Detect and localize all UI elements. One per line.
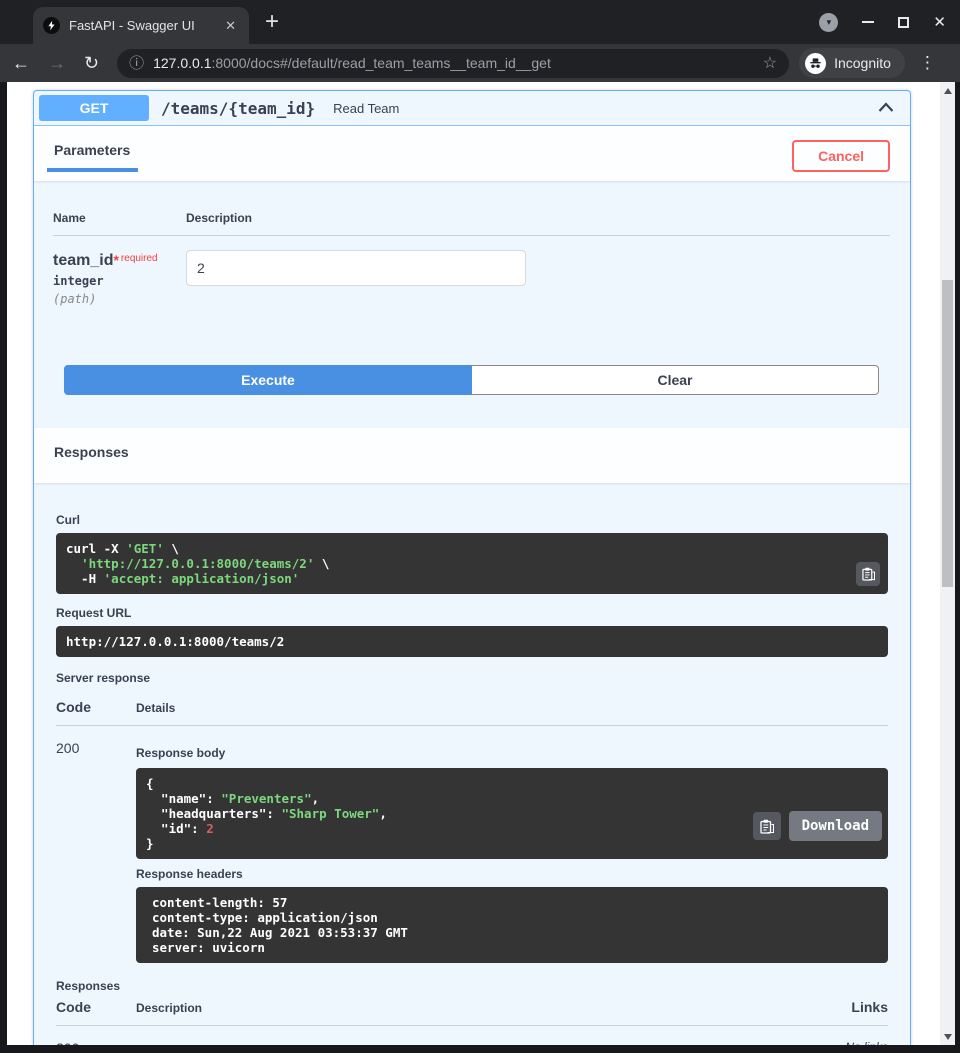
required-star: * bbox=[113, 252, 118, 268]
menu-kebab-icon[interactable]: ⋮ bbox=[919, 53, 936, 73]
back-icon[interactable]: ← bbox=[12, 54, 30, 72]
parameters-table-header: Name Description bbox=[53, 203, 890, 236]
response-body-label: Response body bbox=[136, 746, 888, 760]
col-code-header2: Code bbox=[56, 999, 136, 1015]
execute-bar: Execute Clear bbox=[64, 365, 879, 395]
parameters-table: Name Description team_id*required intege… bbox=[53, 203, 890, 306]
url-text: 127.0.0.1:8000/docs#/default/read_team_t… bbox=[153, 55, 551, 71]
col-description-header2: Description bbox=[136, 1001, 808, 1015]
server-response-table-header: Code Details bbox=[56, 693, 888, 726]
response-details-cell: Response body { "name": "Preventers", "h… bbox=[136, 740, 888, 963]
response-headers-text: content-length: 57content-type: applicat… bbox=[152, 895, 878, 955]
fastapi-favicon-icon bbox=[43, 17, 60, 34]
curl-label: Curl bbox=[56, 513, 888, 527]
close-icon[interactable]: ✕ bbox=[933, 15, 946, 30]
team-id-input[interactable] bbox=[186, 250, 526, 286]
responses-header: Responses bbox=[34, 428, 910, 483]
request-url-block: http://127.0.0.1:8000/teams/2 bbox=[56, 626, 888, 657]
responses-title: Responses bbox=[54, 442, 129, 460]
parameter-value-cell bbox=[186, 250, 890, 306]
col-description-header: Description bbox=[186, 211, 890, 225]
url-path: :8000/docs#/default/read_team_teams__tea… bbox=[212, 55, 551, 71]
server-response-label: Server response bbox=[56, 671, 888, 685]
responses-table-label: Responses bbox=[56, 979, 888, 993]
col-links-header: Links bbox=[808, 999, 888, 1015]
address-bar[interactable]: ⓘ 127.0.0.1:8000/docs#/default/read_team… bbox=[117, 49, 789, 78]
scroll-down-icon[interactable] bbox=[940, 1029, 955, 1044]
endpoint-path: /teams/{team_id} bbox=[161, 99, 315, 118]
parameter-location: (path) bbox=[53, 292, 186, 306]
reload-icon[interactable]: ↻ bbox=[84, 54, 99, 72]
request-url-text: http://127.0.0.1:8000/teams/2 bbox=[66, 634, 878, 649]
bookmark-star-icon[interactable]: ☆ bbox=[763, 53, 777, 73]
method-badge: GET bbox=[39, 95, 149, 121]
download-button[interactable]: Download bbox=[789, 811, 882, 841]
response-links: No links bbox=[808, 1040, 888, 1045]
parameter-meta: team_id*required integer (path) bbox=[53, 250, 186, 306]
browser-toolbar: ← → ↻ ⓘ 127.0.0.1:8000/docs#/default/rea… bbox=[0, 44, 960, 82]
response-code: 200 bbox=[56, 1040, 136, 1045]
incognito-label: Incognito bbox=[834, 55, 891, 71]
browser-tab[interactable]: FastAPI - Swagger UI ✕ bbox=[33, 7, 249, 44]
incognito-spy-icon bbox=[805, 53, 826, 74]
page-scrollbar[interactable] bbox=[940, 82, 955, 1045]
responses-table-row: 200 Successful Response No links bbox=[56, 1026, 888, 1045]
parameter-name: team_id*required bbox=[53, 250, 186, 270]
responses-table-header: Code Description Links bbox=[56, 993, 888, 1026]
curl-command-text: curl -X 'GET' \ 'http://127.0.0.1:8000/t… bbox=[66, 541, 878, 586]
curl-command-block: curl -X 'GET' \ 'http://127.0.0.1:8000/t… bbox=[56, 533, 888, 594]
scrollbar-thumb[interactable] bbox=[942, 280, 953, 587]
endpoint-summary: Read Team bbox=[333, 101, 399, 116]
new-tab-icon[interactable]: + bbox=[265, 9, 279, 35]
url-host: 127.0.0.1 bbox=[153, 55, 211, 71]
clear-button[interactable]: Clear bbox=[472, 365, 879, 395]
required-label: required bbox=[121, 253, 158, 264]
parameters-header: Parameters Cancel bbox=[34, 126, 910, 181]
window-controls: ▾ ✕ bbox=[819, 0, 946, 44]
opblock-summary[interactable]: GET /teams/{team_id} Read Team bbox=[34, 91, 910, 126]
opblock-get: GET /teams/{team_id} Read Team Parameter… bbox=[33, 90, 911, 1045]
request-url-label: Request URL bbox=[56, 606, 888, 620]
page-info-icon[interactable]: ⓘ bbox=[129, 56, 144, 71]
copy-response-button[interactable] bbox=[753, 812, 781, 840]
forward-icon[interactable]: → bbox=[48, 54, 66, 72]
scroll-up-icon[interactable] bbox=[940, 83, 955, 98]
swagger-content: GET /teams/{team_id} Read Team Parameter… bbox=[7, 82, 940, 1045]
copy-curl-button[interactable] bbox=[856, 562, 880, 586]
response-headers-block: content-length: 57content-type: applicat… bbox=[136, 887, 888, 963]
incognito-badge: Incognito bbox=[799, 48, 905, 78]
col-name-header: Name bbox=[53, 211, 186, 225]
execute-button[interactable]: Execute bbox=[64, 365, 472, 395]
parameters-tab: Parameters bbox=[54, 140, 138, 172]
tab-title: FastAPI - Swagger UI bbox=[69, 18, 213, 33]
cancel-button[interactable]: Cancel bbox=[792, 140, 890, 172]
browser-update-icon[interactable]: ▾ bbox=[819, 13, 838, 32]
page-viewport: GET /teams/{team_id} Read Team Parameter… bbox=[7, 82, 955, 1045]
status-code: 200 bbox=[56, 740, 136, 963]
parameter-row: team_id*required integer (path) bbox=[53, 236, 890, 306]
tab-strip: FastAPI - Swagger UI ✕ + ▾ ✕ bbox=[0, 0, 960, 44]
maximize-icon[interactable] bbox=[898, 17, 909, 28]
responses-body: Curl curl -X 'GET' \ 'http://127.0.0.1:8… bbox=[34, 483, 910, 1045]
collapse-chevron-icon[interactable] bbox=[878, 99, 894, 117]
col-details-header: Details bbox=[136, 701, 888, 715]
parameter-type: integer bbox=[53, 274, 186, 288]
browser-window: FastAPI - Swagger UI ✕ + ▾ ✕ ← → ↻ ⓘ 127… bbox=[0, 0, 960, 1053]
col-code-header: Code bbox=[56, 699, 136, 715]
tab-close-icon[interactable]: ✕ bbox=[222, 18, 239, 34]
parameters-title: Parameters bbox=[54, 142, 130, 158]
minimize-icon[interactable] bbox=[862, 21, 874, 23]
response-body-block: { "name": "Preventers", "headquarters": … bbox=[136, 768, 888, 859]
response-headers-label: Response headers bbox=[136, 867, 888, 881]
server-response-row: 200 Response body { "name": "Preventers"… bbox=[56, 726, 888, 963]
response-body-actions: Download bbox=[753, 811, 882, 841]
